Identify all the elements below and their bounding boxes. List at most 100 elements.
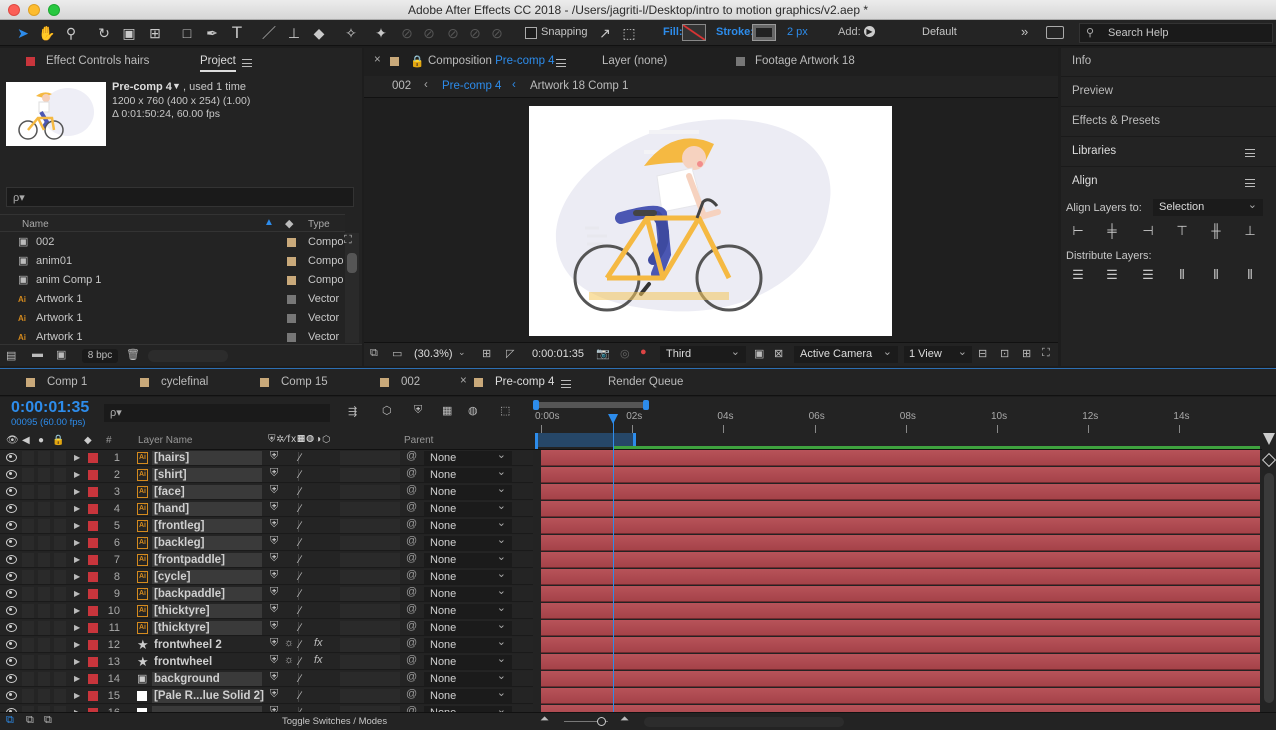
lock-toggle[interactable] (54, 655, 66, 669)
align-bottom-icon[interactable]: ⊥ (1243, 223, 1257, 239)
parent-dropdown[interactable]: None (424, 584, 512, 601)
frame-blending-icon[interactable]: ▦ (442, 404, 452, 417)
layer-row[interactable]: ▶ 2 Ai [shirt] ⛨ ∕ @ None (0, 465, 1276, 484)
distribute-top-icon[interactable]: ☰ (1071, 267, 1085, 283)
layer-label-color[interactable] (88, 606, 98, 616)
layer-row[interactable]: ▶ 8 Ai [cycle] ⛨ ∕ @ None (0, 567, 1276, 586)
visibility-eye-icon[interactable] (6, 691, 17, 700)
lock-toggle[interactable] (54, 672, 66, 686)
layer-row[interactable]: ▶ 15 [Pale R...lue Solid 2] ⛨ ∕ @ None (0, 686, 1276, 705)
layer-duration-bar[interactable] (541, 518, 1260, 534)
layer-row[interactable]: ▶ 5 Ai [frontleg] ⛨ ∕ @ None (0, 516, 1276, 535)
project-list-item[interactable]: ▣ anim01 Compo (0, 252, 345, 271)
visibility-eye-icon[interactable] (6, 640, 17, 649)
audio-toggle[interactable] (22, 655, 34, 669)
solo-toggle[interactable] (38, 536, 50, 550)
parent-pickwhip-icon[interactable]: @ (406, 705, 417, 712)
panel-menu-icon[interactable] (556, 59, 566, 67)
quality-switch-icon[interactable]: ∕ (298, 588, 310, 600)
minimize-window-button[interactable] (28, 4, 40, 16)
preview-panel-header[interactable]: Preview (1061, 78, 1276, 107)
distribute-left-icon[interactable]: ⫴ (1175, 267, 1189, 283)
hand-tool-icon[interactable]: ✋ (38, 24, 56, 42)
work-area-end-handle[interactable] (643, 400, 649, 410)
shy-switch-icon[interactable]: ⛨ (270, 518, 278, 531)
rotation-tool-icon[interactable]: ↻ (95, 24, 113, 42)
parent-pickwhip-icon[interactable]: @ (406, 518, 417, 530)
parent-pickwhip-icon[interactable]: @ (406, 569, 417, 581)
layer-duration-bar[interactable] (541, 450, 1260, 466)
layer-duration-bar[interactable] (541, 484, 1260, 500)
shy-switch-icon[interactable]: ⛨ (270, 484, 278, 497)
audio-toggle[interactable] (22, 689, 34, 703)
fast-previews-icon[interactable]: ⊡ (1000, 347, 1009, 360)
distribute-vertical-center-icon[interactable]: ☰ (1105, 267, 1119, 283)
parent-pickwhip-icon[interactable]: @ (406, 535, 417, 547)
pen-tool-icon[interactable]: ✒ (203, 24, 221, 42)
solo-toggle[interactable] (38, 587, 50, 601)
zoom-dropdown[interactable]: (30.3%) (414, 348, 453, 360)
tab-project[interactable]: Project (200, 55, 236, 72)
selection-tool-icon[interactable]: ➤ (14, 24, 32, 42)
solo-toggle[interactable] (38, 468, 50, 482)
visibility-eye-icon[interactable] (6, 521, 17, 530)
parent-dropdown[interactable]: None (424, 618, 512, 635)
parent-pickwhip-icon[interactable]: @ (406, 688, 417, 700)
shy-layers-icon[interactable]: ⛨ (414, 404, 422, 417)
project-list-item[interactable]: Ai Artwork 1 Vector (0, 328, 345, 343)
parent-dropdown[interactable]: None (424, 669, 512, 686)
mask-visibility-icon[interactable]: ◸ (506, 347, 514, 360)
workspace-default[interactable]: Default (922, 26, 957, 38)
parent-pickwhip-icon[interactable]: @ (406, 450, 417, 462)
parent-dropdown[interactable]: None (424, 550, 512, 567)
layer-label-color[interactable] (88, 538, 98, 548)
timeline-vertical-scrollbar[interactable] (1261, 433, 1276, 712)
expand-triangle-icon[interactable]: ▶ (74, 637, 80, 653)
expand-triangle-icon[interactable]: ▶ (74, 569, 80, 585)
parent-dropdown[interactable]: None (424, 635, 512, 652)
audio-toggle[interactable] (22, 519, 34, 533)
stroke-width-value[interactable]: 2 px (787, 26, 808, 38)
breadcrumb-002[interactable]: 002 (392, 80, 411, 92)
camera-dropdown[interactable]: Active Camera ⌄ (794, 346, 898, 363)
parent-pickwhip-icon[interactable]: @ (406, 552, 417, 564)
solo-toggle[interactable] (38, 604, 50, 618)
trash-icon[interactable]: 🗑 (126, 348, 140, 361)
work-area-bar[interactable] (536, 402, 648, 408)
composition-canvas[interactable] (529, 106, 892, 336)
solo-toggle[interactable] (38, 672, 50, 686)
shy-switch-icon[interactable]: ⛨ (270, 654, 278, 667)
solo-toggle[interactable] (38, 502, 50, 516)
graph-editor-icon[interactable]: ⬚ (500, 404, 510, 417)
grid-guides-icon[interactable]: ⊞ (482, 347, 491, 360)
layer-duration-bar[interactable] (541, 637, 1260, 653)
layer-row[interactable]: ▶16⛨∕@None (0, 703, 1276, 712)
expand-in-out-icon[interactable]: ⧉ (44, 714, 52, 727)
distribute-bottom-icon[interactable]: ☰ (1141, 267, 1155, 283)
layer-duration-bar[interactable] (541, 552, 1260, 568)
lock-toggle[interactable] (54, 621, 66, 635)
new-composition-icon[interactable]: ▣ (56, 348, 66, 361)
layer-label-color[interactable] (88, 555, 98, 565)
quality-switch-icon[interactable]: ∕ (298, 486, 310, 498)
pan-behind-tool-icon[interactable]: ⊞ (146, 24, 164, 42)
project-list-item[interactable]: Ai Artwork 1 Vector (0, 290, 345, 309)
layer-row[interactable]: ▶ 11 Ai [thicktyre] ⛨ ∕ @ None (0, 618, 1276, 637)
align-left-icon[interactable]: ⊢ (1071, 223, 1085, 239)
visibility-eye-icon[interactable] (6, 572, 17, 581)
region-of-interest-icon[interactable]: ▣ (754, 347, 764, 360)
layer-label-color[interactable] (88, 572, 98, 582)
expand-triangle-icon[interactable]: ▶ (74, 450, 80, 466)
tab-comp-15[interactable]: Comp 15 (281, 376, 328, 388)
snapping-checkbox[interactable] (525, 27, 537, 39)
shy-switch-icon[interactable]: ⛨ (270, 450, 278, 463)
tab-layer[interactable]: Layer (none) (602, 55, 667, 67)
breadcrumb-artwork-18-comp-1[interactable]: Artwork 18 Comp 1 (530, 80, 628, 92)
roto-brush-tool-icon[interactable]: ✧ (342, 24, 360, 42)
tab-comp-1[interactable]: Comp 1 (47, 376, 87, 388)
lock-icon[interactable]: 🔒 (410, 54, 424, 68)
quality-switch-icon[interactable]: ∕ (298, 571, 310, 583)
quality-switch-icon[interactable]: ∕ (298, 656, 310, 668)
tab-pre-comp-4[interactable]: Pre-comp 4 (495, 376, 554, 388)
lock-toggle[interactable] (54, 587, 66, 601)
